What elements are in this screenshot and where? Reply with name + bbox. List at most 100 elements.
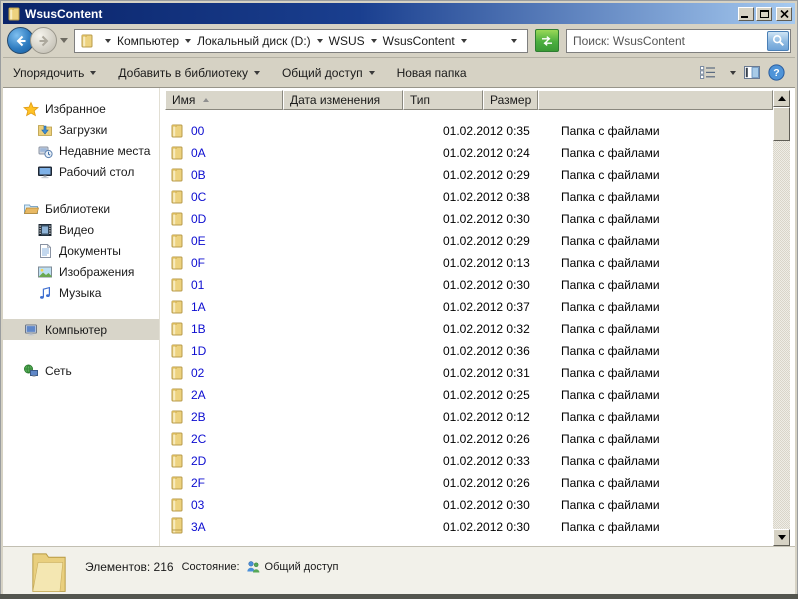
minimize-button[interactable] (738, 7, 754, 21)
sidebar-item[interactable]: Изображения (3, 261, 159, 282)
sidebar-item-label: Изображения (59, 265, 134, 279)
file-date: 01.02.2012 0:12 (437, 410, 555, 424)
close-button[interactable] (776, 7, 792, 21)
file-row[interactable]: 00 01.02.2012 0:35 Папка с файлами (165, 120, 773, 142)
column-header[interactable]: Тип (403, 90, 483, 110)
file-row[interactable]: 0E 01.02.2012 0:29 Папка с файлами (165, 230, 773, 252)
file-row[interactable]: 02 01.02.2012 0:31 Папка с файлами (165, 362, 773, 384)
chevron-icon[interactable] (461, 39, 467, 43)
folder-icon (169, 255, 185, 271)
file-row[interactable]: 0C 01.02.2012 0:38 Папка с файлами (165, 186, 773, 208)
folder-icon (169, 431, 185, 447)
file-name-cell: 1A (165, 299, 437, 315)
file-row[interactable]: 01 01.02.2012 0:30 Папка с файлами (165, 274, 773, 296)
sidebar-item[interactable]: Документы (3, 240, 159, 261)
file-name-cell: 0A (165, 145, 437, 161)
scrollbar-thumb[interactable] (773, 107, 790, 141)
sidebar-item[interactable]: Загрузки (3, 119, 159, 140)
recent-pages-dropdown-icon[interactable] (60, 38, 68, 43)
file-row[interactable]: 0F 01.02.2012 0:13 Папка с файлами (165, 252, 773, 274)
search-input[interactable] (568, 34, 767, 48)
toolbar-button[interactable]: Добавить в библиотеку (118, 66, 260, 80)
breadcrumb-item[interactable]: WSUS (329, 34, 383, 48)
file-name-cell: 02 (165, 365, 437, 381)
column-header[interactable]: Размер (483, 90, 538, 110)
file-name-cell: 2C (165, 431, 437, 447)
file-row[interactable]: 2B 01.02.2012 0:12 Папка с файлами (165, 406, 773, 428)
file-row[interactable]: 03 01.02.2012 0:30 Папка с файлами (165, 494, 773, 516)
sidebar-item[interactable]: Видео (3, 219, 159, 240)
views-dropdown-icon[interactable] (730, 71, 736, 75)
chevron-icon[interactable] (105, 39, 111, 43)
breadcrumb[interactable]: Компьютер Локальный диск (D:) WSUS (74, 29, 528, 53)
file-name-cell: 1B (165, 321, 437, 337)
file-row[interactable]: 0B 01.02.2012 0:29 Папка с файлами (165, 164, 773, 186)
file-name-cell: 3A (165, 519, 437, 535)
toolbar-button[interactable]: Общий доступ (282, 66, 375, 80)
file-name: 0C (191, 190, 206, 204)
file-row[interactable]: 0D 01.02.2012 0:30 Папка с файлами (165, 208, 773, 230)
sidebar-item[interactable]: Музыка (3, 282, 159, 303)
file-row-partial (169, 516, 185, 536)
refresh-button[interactable] (535, 29, 559, 52)
scroll-down-button[interactable] (773, 529, 790, 546)
file-name-cell: 0C (165, 189, 437, 205)
file-row[interactable]: 0A 01.02.2012 0:24 Папка с файлами (165, 142, 773, 164)
file-row[interactable]: 1B 01.02.2012 0:32 Папка с файлами (165, 318, 773, 340)
title-bar[interactable]: WsusContent (3, 3, 795, 24)
maximize-button[interactable] (756, 7, 772, 21)
file-name: 2C (191, 432, 206, 446)
file-date: 01.02.2012 0:26 (437, 432, 555, 446)
history-dropdown-icon[interactable] (511, 39, 517, 43)
folder-icon (169, 343, 185, 359)
views-button[interactable] (700, 66, 716, 79)
preview-pane-button[interactable] (744, 66, 760, 79)
breadcrumb-item[interactable]: Локальный диск (D:) (197, 34, 329, 48)
toolbar-button[interactable]: Новая папка (397, 66, 467, 80)
file-row[interactable]: 1D 01.02.2012 0:36 Папка с файлами (165, 340, 773, 362)
folder-icon (169, 299, 185, 315)
column-header[interactable]: Имя (165, 90, 283, 110)
vertical-scrollbar[interactable] (773, 90, 790, 546)
file-name: 2D (191, 454, 206, 468)
sidebar-item[interactable]: Библиотеки (3, 198, 159, 219)
breadcrumb-label: WSUS (329, 34, 365, 48)
minimize-icon (741, 16, 748, 18)
file-row[interactable]: 3A 01.02.2012 0:30 Папка с файлами (165, 516, 773, 538)
file-row[interactable]: 2D 01.02.2012 0:33 Папка с файлами (165, 450, 773, 472)
breadcrumb-item[interactable]: WsusContent (383, 34, 473, 48)
column-header[interactable]: Дата изменения (283, 90, 403, 110)
chevron-icon[interactable] (317, 39, 323, 43)
file-row[interactable]: 2C 01.02.2012 0:26 Папка с файлами (165, 428, 773, 450)
chevron-icon[interactable] (371, 39, 377, 43)
folder-icon (79, 33, 95, 49)
file-date: 01.02.2012 0:30 (437, 212, 555, 226)
chevron-icon[interactable] (185, 39, 191, 43)
column-header-label: Размер (490, 93, 531, 107)
toolbar-button-label: Общий доступ (282, 66, 363, 80)
toolbar-button-label: Новая папка (397, 66, 467, 80)
sidebar-item[interactable]: Рабочий стол (3, 161, 159, 182)
folder-icon (169, 211, 185, 227)
sidebar-item[interactable]: Избранное (3, 98, 159, 119)
back-arrow-icon (14, 34, 28, 48)
column-header-label: Дата изменения (290, 93, 380, 107)
search-button[interactable] (767, 31, 789, 51)
file-type: Папка с файлами (555, 410, 773, 424)
folder-icon (169, 453, 185, 469)
folder-icon (169, 145, 185, 161)
search-icon (772, 34, 785, 47)
scroll-up-button[interactable] (773, 90, 790, 107)
file-row[interactable]: 2F 01.02.2012 0:26 Папка с файлами (165, 472, 773, 494)
help-button[interactable]: ? (768, 64, 785, 81)
file-list: 00 01.02.2012 0:35 Папка с файлами 0A 01… (165, 110, 773, 546)
sidebar-item[interactable]: Сеть (3, 360, 159, 381)
forward-button[interactable] (30, 27, 57, 54)
file-row[interactable]: 1A 01.02.2012 0:37 Папка с файлами (165, 296, 773, 318)
breadcrumb-item[interactable]: Компьютер (117, 34, 197, 48)
file-date: 01.02.2012 0:36 (437, 344, 555, 358)
sidebar-item[interactable]: Недавние места (3, 140, 159, 161)
toolbar-button[interactable]: Упорядочить (13, 66, 96, 80)
sidebar-item[interactable]: Компьютер (3, 319, 159, 340)
file-row[interactable]: 2A 01.02.2012 0:25 Папка с файлами (165, 384, 773, 406)
